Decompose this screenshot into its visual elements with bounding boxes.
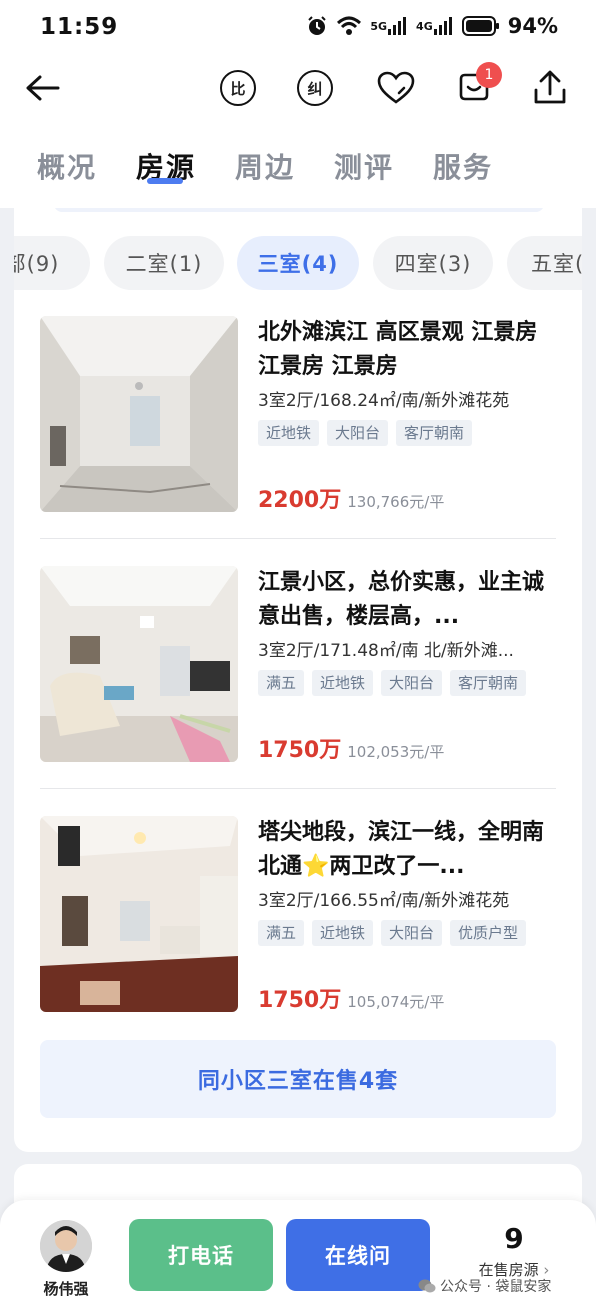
battery-percent: 94% — [507, 14, 558, 38]
filter-3-room[interactable]: 三室(4) — [237, 236, 359, 290]
listing-tag: 近地铁 — [258, 420, 320, 446]
listing-tag: 满五 — [258, 670, 305, 696]
bottom-action-bar: 杨伟强 打电话 在线问 9 在售房源 › 公众号 · 袋鼠安家 — [0, 1200, 596, 1312]
favorite-button[interactable] — [372, 64, 420, 112]
online-chat-button[interactable]: 在线问 — [286, 1219, 430, 1291]
for-sale-count: 9 — [504, 1222, 524, 1255]
correction-icon: 纠 — [297, 70, 333, 106]
listing-photo — [40, 816, 238, 1012]
heart-icon — [377, 71, 415, 104]
filter-2-room[interactable]: 二室(1) — [104, 236, 224, 290]
alarm-icon — [306, 15, 328, 37]
battery-icon — [461, 16, 500, 36]
listing-price-row: 1750万 102,053元/平 — [258, 732, 444, 764]
filter-5-room[interactable]: 五室( — [507, 236, 582, 290]
listing-tag: 大阳台 — [327, 420, 389, 446]
call-button[interactable]: 打电话 — [129, 1219, 273, 1291]
status-icons: 5G 4G 94% — [306, 14, 558, 38]
listing-tag: 近地铁 — [312, 670, 374, 696]
room-filter-row: 部(9) 二室(1) 三室(4) 四室(3) 五室( — [14, 236, 582, 292]
listing-tag: 近地铁 — [312, 920, 374, 946]
listing-info: 江景小区，总价实惠，业主诚意出售，楼层高，... 3室2厅/171.48㎡/南 … — [258, 566, 558, 763]
share-button[interactable] — [526, 64, 574, 112]
active-tab-indicator — [147, 178, 183, 184]
watermark-text: 公众号 · 袋鼠安家 — [440, 1279, 552, 1295]
listing-card[interactable]: 塔尖地段，滨江一线，全明南北通⭐两卫改了一... 3室2厅/166.55㎡/南/… — [40, 816, 556, 1014]
listing-tag: 满五 — [258, 920, 305, 946]
listing-photo — [40, 316, 238, 512]
listing-unit-price: 102,053元/平 — [347, 743, 445, 761]
listing-tag: 客厅朝南 — [396, 420, 473, 446]
tab-overview[interactable]: 概况 — [37, 146, 97, 186]
signal-4g-icon: 4G — [416, 17, 454, 35]
compare-button[interactable]: 比 — [214, 64, 262, 112]
agent-profile[interactable]: 杨伟强 — [36, 1220, 96, 1299]
for-sale-link[interactable]: 9 在售房源 › — [466, 1222, 562, 1280]
listing-info: 北外滩滨江 高区景观 江景房 江景房 江景房 3室2厅/168.24㎡/南/新外… — [258, 316, 558, 513]
tab-nearby[interactable]: 周边 — [235, 146, 295, 186]
listing-price: 1750万 — [258, 988, 342, 1013]
back-button[interactable] — [18, 64, 66, 112]
card-top-edge — [54, 208, 544, 212]
back-arrow-icon — [26, 75, 60, 101]
agent-name: 杨伟强 — [43, 1280, 89, 1298]
listing-specs: 3室2厅/168.24㎡/南/新外滩花苑 — [258, 391, 510, 411]
status-time: 11:59 — [40, 14, 119, 40]
listing-card[interactable]: 江景小区，总价实惠，业主诚意出售，楼层高，... 3室2厅/171.48㎡/南 … — [40, 566, 556, 764]
listing-unit-price: 130,766元/平 — [347, 493, 445, 511]
signal-5g-icon: 5G — [370, 17, 408, 35]
watermark: 公众号 · 袋鼠安家 — [418, 1276, 551, 1296]
listing-price-row: 2200万 130,766元/平 — [258, 482, 444, 514]
listing-photo — [40, 566, 238, 762]
listing-price: 2200万 — [258, 488, 342, 513]
compare-icon: 比 — [220, 70, 256, 106]
network-label-2: 4G — [416, 19, 433, 33]
filter-4-room[interactable]: 四室(3) — [373, 236, 493, 290]
section-tabs: 概况 房源 周边 测评 服务 — [0, 120, 596, 208]
wechat-icon — [418, 1279, 436, 1293]
avatar — [40, 1220, 92, 1272]
network-label-1: 5G — [370, 19, 388, 33]
listing-title: 北外滩滨江 高区景观 江景房 江景房 江景房 — [258, 320, 538, 379]
listing-price: 1750万 — [258, 738, 342, 763]
listing-title: 江景小区，总价实惠，业主诚意出售，楼层高，... — [258, 570, 545, 629]
listing-specs: 3室2厅/166.55㎡/南/新外滩花苑 — [258, 891, 510, 911]
listing-tag: 大阳台 — [381, 920, 443, 946]
correction-button[interactable]: 纠 — [291, 64, 339, 112]
more-listings-button[interactable]: 同小区三室在售4套 — [40, 1040, 556, 1118]
tab-review[interactable]: 测评 — [334, 146, 394, 186]
tab-service[interactable]: 服务 — [433, 146, 493, 186]
listing-tag: 优质户型 — [450, 920, 527, 946]
wifi-icon — [336, 15, 362, 37]
listing-tag: 大阳台 — [381, 670, 443, 696]
listings-card: 部(9) 二室(1) 三室(4) 四室(3) 五室( 北外滩滨江 高区景观 江景… — [14, 208, 582, 1152]
listing-card[interactable]: 北外滩滨江 高区景观 江景房 江景房 江景房 3室2厅/168.24㎡/南/新外… — [40, 316, 556, 514]
divider — [40, 788, 556, 789]
listing-unit-price: 105,074元/平 — [347, 993, 445, 1011]
listing-info: 塔尖地段，滨江一线，全明南北通⭐两卫改了一... 3室2厅/166.55㎡/南/… — [258, 816, 558, 1013]
listing-tag: 客厅朝南 — [450, 670, 527, 696]
divider — [40, 538, 556, 539]
nav-bar: 比 纠 1 — [0, 56, 596, 120]
status-bar: 11:59 5G 4G 94% — [0, 0, 596, 56]
listing-tags: 近地铁 大阳台 客厅朝南 — [258, 420, 558, 446]
message-button[interactable]: 1 — [450, 62, 502, 112]
listing-price-row: 1750万 105,074元/平 — [258, 982, 444, 1014]
listing-specs: 3室2厅/171.48㎡/南 北/新外滩... — [258, 641, 514, 661]
listing-tags: 满五 近地铁 大阳台 客厅朝南 — [258, 670, 558, 696]
share-icon — [534, 70, 566, 104]
listing-tags: 满五 近地铁 大阳台 优质户型 — [258, 920, 558, 946]
listing-title: 塔尖地段，滨江一线，全明南北通⭐两卫改了一... — [258, 820, 545, 879]
notification-badge: 1 — [476, 62, 502, 88]
filter-all[interactable]: 部(9) — [14, 236, 90, 290]
